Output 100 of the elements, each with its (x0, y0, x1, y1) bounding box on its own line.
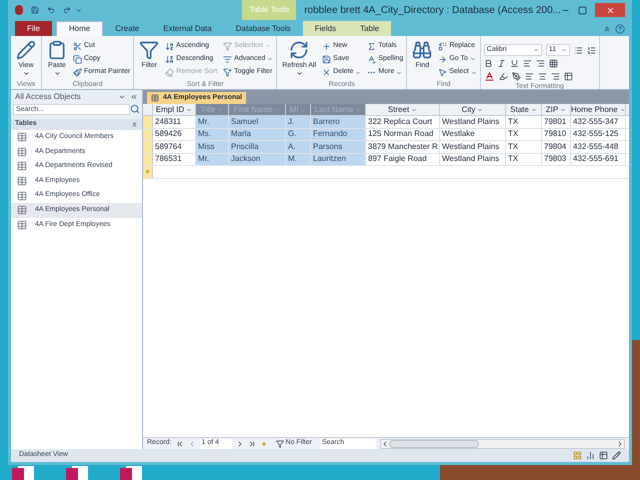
ribbon-tab[interactable]: Fields (302, 21, 348, 36)
table-cell: Westland Plains (440, 154, 506, 165)
ribbon-tab[interactable]: File (15, 21, 52, 36)
table-cell: Parsons (311, 141, 366, 152)
table-cell: Fernando (311, 128, 366, 140)
funnel-icon (223, 68, 232, 78)
maximize-icon[interactable] (578, 6, 587, 14)
undo-icon[interactable] (47, 5, 56, 15)
caret-icon (411, 106, 418, 112)
table-cell: 432-555-691 (571, 154, 626, 165)
caret-icon (560, 47, 567, 53)
caret-icon (22, 70, 30, 77)
ribbon-tab[interactable]: External Data (151, 21, 224, 36)
ribbon-tab[interactable]: Database Tools (224, 21, 303, 36)
caret-icon (355, 70, 362, 76)
table-cell: Mr. (196, 116, 229, 128)
dropdown-icon[interactable] (118, 93, 126, 101)
font-color-icon[interactable] (484, 71, 495, 82)
align-left-icon[interactable] (524, 72, 534, 81)
caret-icon (296, 70, 303, 77)
table-cell: TX (506, 128, 542, 140)
column-header[interactable]: Home Phone (571, 104, 626, 115)
horizontal-scrollbar[interactable] (380, 438, 625, 448)
table-cell: TX (506, 116, 542, 128)
last-record-icon[interactable] (248, 440, 256, 448)
table-cell: 79804 (542, 141, 571, 152)
table-icon (17, 190, 27, 201)
caret-icon (470, 70, 477, 76)
numbered-list-icon[interactable] (586, 46, 596, 54)
table-icon (17, 132, 27, 142)
datasheet-view-icon[interactable] (573, 451, 582, 460)
scroll-thumb[interactable] (388, 440, 479, 448)
bold-icon[interactable] (484, 59, 493, 68)
gridlines-icon[interactable] (548, 59, 558, 68)
window-title: robblee brett 4A_City_Directory : Database (Access 200... (304, 4, 561, 18)
plus-icon (322, 42, 332, 50)
refresh-icon (289, 40, 310, 60)
copy-icon (73, 54, 82, 64)
new-record-icon[interactable] (260, 440, 268, 448)
ribbon-tab[interactable]: Home (56, 21, 104, 36)
database-file-icon[interactable] (12, 466, 36, 480)
close-icon (606, 6, 614, 14)
italic-icon[interactable] (496, 59, 506, 68)
caret-icon (267, 56, 274, 62)
collapse-pane-icon[interactable] (130, 93, 138, 101)
table-icon (151, 94, 159, 102)
pointer-icon (438, 68, 448, 78)
table-cell: Miss (196, 141, 229, 152)
table-cell: TX (506, 154, 542, 165)
filter-icon (223, 42, 232, 50)
redo-icon[interactable] (63, 5, 72, 15)
table-cell: TX (506, 141, 542, 152)
column-header[interactable]: ZIP (542, 104, 571, 115)
funnel-icon (139, 40, 160, 60)
table-cell: 322 Replica Court (366, 116, 440, 128)
paintbrush-icon (73, 68, 82, 78)
caret-icon (530, 106, 537, 112)
scissors-icon (73, 42, 82, 50)
context-tab-label: Table Tools (242, 0, 296, 20)
table-cell: 79810 (542, 128, 571, 140)
table-cell: Barrero (311, 116, 366, 128)
help-icon[interactable] (615, 24, 625, 34)
sort-ascending-icon (165, 42, 174, 50)
eraser-icon (165, 68, 174, 78)
clipboard-icon (47, 40, 67, 60)
column-header[interactable]: State (506, 104, 542, 115)
spellcheck-icon (367, 54, 376, 64)
save-icon (322, 54, 332, 64)
caret-icon (186, 106, 192, 112)
table-cell: Westlake (440, 128, 506, 140)
table-icon (17, 176, 27, 186)
save-icon[interactable] (31, 5, 40, 15)
column-header[interactable]: City (440, 104, 506, 115)
highlight-icon[interactable] (498, 72, 508, 81)
ribbon-tab[interactable]: Create (103, 21, 152, 36)
align-right-icon[interactable] (550, 72, 560, 81)
align-center-icon[interactable] (538, 72, 547, 81)
first-record-icon[interactable] (176, 440, 184, 448)
table-cell: A. (286, 141, 311, 152)
pane-title: All Access Objects (15, 91, 82, 103)
table-icon (17, 146, 27, 157)
scroll-right-icon[interactable] (616, 440, 624, 448)
database-file-icon[interactable] (120, 466, 144, 480)
table-cell: 432-555-125 (571, 128, 626, 140)
table-cell: M. (286, 154, 311, 165)
table-cell: 432-555-347 (571, 116, 626, 128)
collapse-ribbon-icon[interactable] (603, 24, 611, 32)
table-cell: Ms. (196, 128, 229, 140)
column-header[interactable]: Street (366, 104, 440, 115)
table-icon[interactable] (564, 72, 573, 81)
underline-icon[interactable] (510, 59, 519, 68)
table-cell: 79801 (542, 116, 571, 128)
filter-icon (276, 440, 284, 448)
collapse-icon (131, 121, 138, 128)
ribbon-tab[interactable]: Table (348, 21, 392, 36)
search-icon[interactable] (130, 104, 140, 114)
bullet-list-icon[interactable] (574, 46, 583, 54)
delete-icon (322, 68, 332, 78)
table-icon (17, 205, 27, 216)
database-file-icon[interactable] (66, 466, 90, 480)
